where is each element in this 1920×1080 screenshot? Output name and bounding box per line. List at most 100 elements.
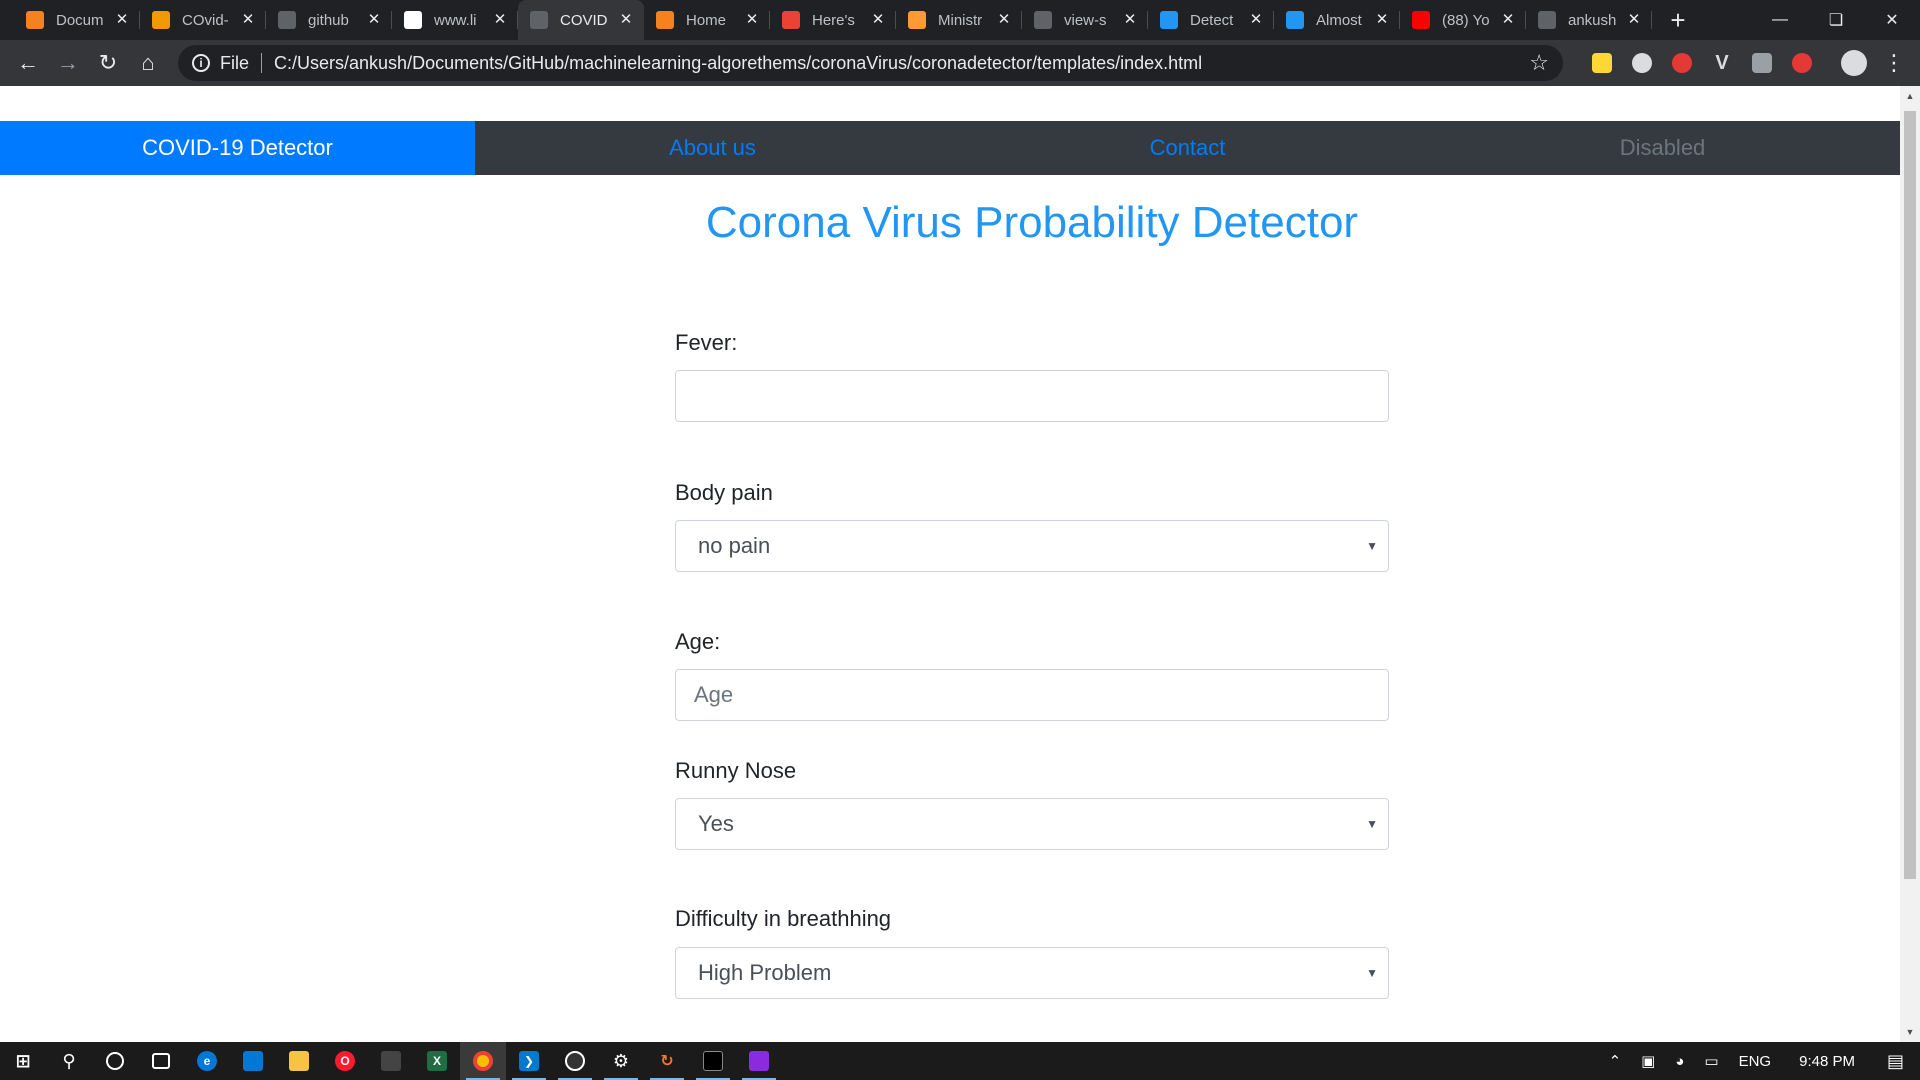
taskbar-store[interactable] [230, 1042, 276, 1080]
home-button[interactable]: ⌂ [128, 43, 168, 83]
store-icon [243, 1051, 263, 1071]
chrome-menu-button[interactable]: ⋮ [1874, 43, 1914, 83]
browser-tab[interactable]: Detect ✕ [1148, 0, 1274, 40]
taskbar-explorer[interactable] [276, 1042, 322, 1080]
taskbar-edge[interactable]: e [184, 1042, 230, 1080]
page-scrollbar[interactable]: ▲ ▼ [1900, 86, 1920, 1042]
browser-tab[interactable]: Here's ✕ [770, 0, 896, 40]
difficulty-breathing-label: Difficulty in breathhing [675, 906, 892, 931]
browser-tab[interactable]: Home ✕ [644, 0, 770, 40]
taskbar-settings[interactable]: ⚙ [598, 1042, 644, 1080]
battery-icon[interactable]: ▭ [1704, 1052, 1718, 1070]
tab-title: ankush [1568, 11, 1617, 29]
folder-icon [289, 1051, 309, 1071]
taskbar-snip[interactable] [736, 1042, 782, 1080]
browser-tab[interactable]: (88) Yo ✕ [1400, 0, 1526, 40]
age-input[interactable] [675, 669, 1389, 721]
minimize-button[interactable]: — [1752, 0, 1808, 40]
browser-tab[interactable]: Ministr ✕ [896, 0, 1022, 40]
difficulty-breathing-select[interactable]: High Problem ▼ [675, 947, 1389, 999]
taskbar-calculator[interactable] [368, 1042, 414, 1080]
tray-overflow-icon[interactable]: ⌃ [1609, 1052, 1622, 1070]
restore-button[interactable]: ❏ [1808, 0, 1864, 40]
address-bar[interactable]: i File C:/Users/ankush/Documents/GitHub/… [178, 45, 1563, 81]
fever-input[interactable] [675, 370, 1389, 422]
extension-notes[interactable] [1582, 43, 1622, 83]
taskbar-vscode[interactable]: ❯ [506, 1042, 552, 1080]
scroll-up-arrow-icon[interactable]: ▲ [1900, 86, 1920, 106]
close-tab-icon[interactable]: ✕ [618, 12, 634, 28]
taskbar-jupyter[interactable]: ↻ [644, 1042, 690, 1080]
site-info-icon[interactable]: i [192, 54, 210, 72]
search-button[interactable]: ⚲ [46, 1042, 92, 1080]
runny-nose-select[interactable]: Yes ▼ [675, 798, 1389, 850]
scrollbar-thumb[interactable] [1904, 111, 1916, 879]
extension-tv[interactable] [1662, 43, 1702, 83]
browser-tab[interactable]: view-s ✕ [1022, 0, 1148, 40]
taskbar-opera[interactable]: O [322, 1042, 368, 1080]
close-tab-icon[interactable]: ✕ [1248, 12, 1264, 28]
close-tab-icon[interactable]: ✕ [996, 12, 1012, 28]
notifications-icon[interactable]: ▤ [1887, 1051, 1904, 1072]
tab-title: Here's [812, 11, 855, 29]
extension-refresh[interactable] [1622, 43, 1662, 83]
linkedin-icon [404, 11, 422, 29]
task-view-button[interactable] [138, 1042, 184, 1080]
github-icon [278, 11, 296, 29]
snipping-tool-icon [749, 1051, 769, 1071]
page-title: Corona Virus Probability Detector [705, 198, 1359, 247]
sync-orange-icon [26, 11, 44, 29]
chrome-icon [473, 1051, 493, 1071]
nav-item-about-us[interactable]: About us [475, 121, 950, 175]
close-tab-icon[interactable]: ✕ [1500, 12, 1516, 28]
close-tab-icon[interactable]: ✕ [744, 12, 760, 28]
browser-tab[interactable]: ankush ✕ [1526, 0, 1652, 40]
caret-down-icon: ▼ [1366, 817, 1378, 831]
browser-tab[interactable]: github ✕ [266, 0, 392, 40]
taskbar-chrome[interactable] [460, 1042, 506, 1080]
book-icon [152, 11, 170, 29]
close-tab-icon[interactable]: ✕ [114, 12, 130, 28]
browser-tab[interactable]: Docum ✕ [14, 0, 140, 40]
nav-item-contact[interactable]: Contact [950, 121, 1425, 175]
close-tab-icon[interactable]: ✕ [1374, 12, 1390, 28]
reload-button[interactable]: ↻ [88, 43, 128, 83]
profile-button[interactable] [1834, 43, 1874, 83]
start-button[interactable]: ⊞ [0, 1042, 46, 1080]
browser-tab[interactable]: Almost ✕ [1274, 0, 1400, 40]
extension-camera[interactable] [1742, 43, 1782, 83]
github-icon [1538, 11, 1556, 29]
browser-tab[interactable]: www.li ✕ [392, 0, 518, 40]
close-tab-icon[interactable]: ✕ [870, 12, 886, 28]
scroll-down-arrow-icon[interactable]: ▼ [1900, 1022, 1920, 1042]
language-indicator[interactable]: ENG [1739, 1053, 1772, 1070]
close-tab-icon[interactable]: ✕ [1626, 12, 1642, 28]
extension-adblock[interactable] [1782, 43, 1822, 83]
close-window-button[interactable]: ✕ [1864, 0, 1920, 40]
nav-item-covid-19-detector[interactable]: COVID-19 Detector [0, 121, 475, 175]
back-button[interactable]: ← [8, 43, 48, 83]
pi-icon [1160, 11, 1178, 29]
site-navbar: COVID-19 Detector About us Contact Disabled [0, 121, 1900, 175]
close-tab-icon[interactable]: ✕ [366, 12, 382, 28]
new-tab-button[interactable]: + [1660, 0, 1696, 40]
cortana-button[interactable] [92, 1042, 138, 1080]
clock[interactable]: 9:48 PM [1799, 1053, 1855, 1070]
close-tab-icon[interactable]: ✕ [1122, 12, 1138, 28]
browser-tab[interactable]: COVID ✕ [518, 0, 644, 40]
wifi-icon[interactable]: ◕ [1675, 1053, 1684, 1070]
sync-orange-icon [656, 11, 674, 29]
bookmark-star-icon[interactable]: ☆ [1529, 50, 1549, 76]
globe-icon [1034, 11, 1052, 29]
taskbar-terminal[interactable] [690, 1042, 736, 1080]
close-tab-icon[interactable]: ✕ [492, 12, 508, 28]
browser-tab[interactable]: COvid- ✕ [140, 0, 266, 40]
body-pain-select[interactable]: no pain ▼ [675, 520, 1389, 572]
extension-v[interactable]: V [1702, 43, 1742, 83]
taskbar-media[interactable] [552, 1042, 598, 1080]
taskbar-excel[interactable]: X [414, 1042, 460, 1080]
usb-icon[interactable]: ▣ [1641, 1052, 1655, 1070]
forward-button[interactable]: → [48, 43, 88, 83]
scheme-label: File [220, 52, 250, 73]
close-tab-icon[interactable]: ✕ [240, 12, 256, 28]
